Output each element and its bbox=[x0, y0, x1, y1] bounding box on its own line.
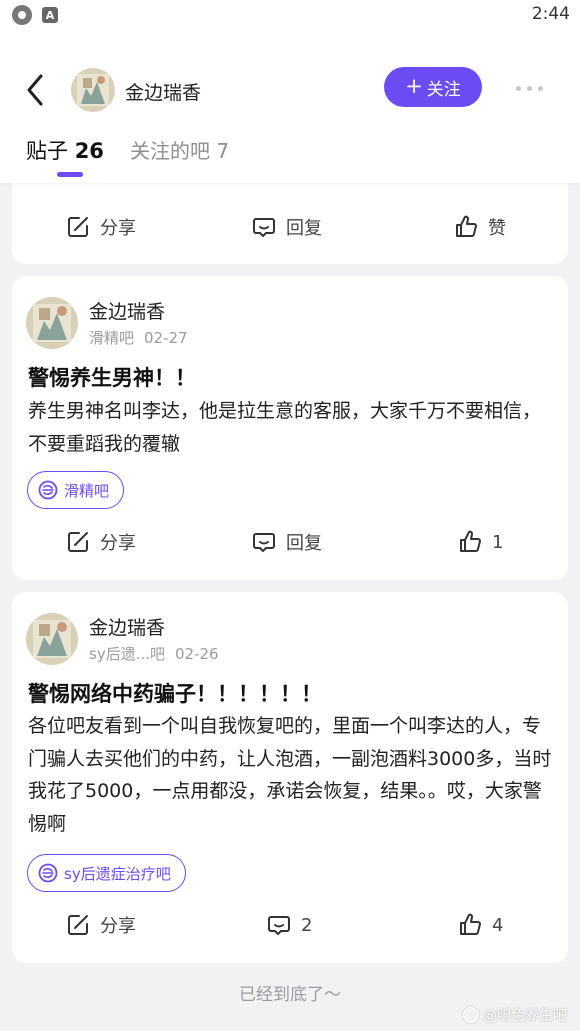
post-body[interactable]: 各位吧友看到一个叫自我恢复吧的，里面一个叫李达的人，专门骗人去买他们的中药，让人… bbox=[28, 710, 558, 840]
comment-icon bbox=[253, 533, 275, 552]
post-date: 02-27 bbox=[144, 329, 188, 347]
profile-header: 金边瑞香 + 关注 贴子 26 关注的吧 7 bbox=[0, 30, 580, 183]
like-label: 赞 bbox=[488, 218, 506, 239]
tab-followed-bars[interactable]: 关注的吧 7 bbox=[130, 135, 229, 164]
tab-posts[interactable]: 贴子 26 bbox=[26, 135, 104, 165]
like-button[interactable]: 1 bbox=[458, 527, 503, 557]
like-count: 4 bbox=[492, 914, 504, 936]
follow-button[interactable]: + 关注 bbox=[384, 67, 482, 107]
status-time: 2:44 bbox=[531, 4, 570, 24]
post-card[interactable]: 金边瑞香 sy后遗...吧 02-26 警惕网络中药骗子！！！！！！ 各位吧友看到… bbox=[12, 592, 568, 963]
like-button[interactable]: 赞 bbox=[454, 212, 506, 242]
bar-icon bbox=[38, 863, 58, 883]
thumbs-up-icon bbox=[456, 215, 477, 237]
dot-icon bbox=[527, 86, 532, 91]
thumbs-up-icon bbox=[460, 530, 481, 552]
chevron-left-icon bbox=[27, 74, 43, 106]
dot-icon bbox=[538, 86, 543, 91]
post-actions: 分享 回复 赞 bbox=[12, 212, 568, 242]
share-button[interactable]: 分享 bbox=[66, 910, 136, 940]
post-actions: 分享 2 4 bbox=[12, 910, 568, 940]
watermark: @阳色养生吧 bbox=[463, 1005, 567, 1025]
share-button[interactable]: 分享 bbox=[66, 212, 136, 242]
post-title[interactable]: 警惕养生男神！！ bbox=[28, 362, 196, 392]
more-options-button[interactable] bbox=[516, 86, 543, 91]
avatar[interactable] bbox=[26, 613, 78, 665]
bar-name: 滑精吧 bbox=[89, 329, 135, 347]
author-name: 金边瑞香 bbox=[89, 301, 166, 323]
watermark-logo-icon bbox=[463, 1007, 479, 1023]
post-actions: 分享 回复 1 bbox=[12, 527, 568, 557]
post-card[interactable]: 金边瑞香 滑精吧 02-27 警惕养生男神！！ 养生男神名叫李达，他是拉生意的客服… bbox=[12, 276, 568, 580]
bar-icon bbox=[38, 480, 58, 500]
back-button[interactable] bbox=[22, 72, 50, 108]
plus-icon: + bbox=[405, 73, 423, 98]
profile-name: 金边瑞香 bbox=[125, 82, 202, 104]
like-button[interactable]: 4 bbox=[458, 910, 503, 940]
share-label: 分享 bbox=[100, 533, 136, 554]
avatar-image bbox=[26, 613, 78, 665]
post-date: 02-26 bbox=[175, 645, 219, 663]
bar-tag-label: 滑精吧 bbox=[64, 481, 110, 500]
reply-label: 回复 bbox=[286, 533, 322, 554]
author-name: 金边瑞香 bbox=[89, 617, 166, 639]
dot-icon bbox=[516, 86, 521, 91]
reply-button[interactable]: 回复 bbox=[252, 527, 322, 557]
bar-name: sy后遗...吧 bbox=[89, 645, 165, 663]
aperture-icon bbox=[12, 5, 32, 25]
tab-indicator bbox=[57, 172, 83, 177]
status-bar: A 2:44 bbox=[0, 0, 580, 30]
avatar-image bbox=[26, 297, 78, 349]
share-button[interactable]: 分享 bbox=[66, 527, 136, 557]
reply-count: 2 bbox=[301, 914, 313, 936]
tab-posts-label: 贴子 bbox=[26, 139, 68, 163]
comment-icon bbox=[268, 916, 290, 935]
post-meta: 滑精吧 02-27 bbox=[89, 327, 188, 348]
notification-a-icon: A bbox=[42, 7, 58, 23]
watermark-text: @阳色养生吧 bbox=[483, 1008, 567, 1024]
avatar[interactable] bbox=[71, 68, 115, 112]
bar-tag-label: sy后遗症治疗吧 bbox=[64, 864, 171, 883]
post-title[interactable]: 警惕网络中药骗子！！！！！！ bbox=[28, 678, 322, 708]
comment-icon bbox=[253, 218, 275, 237]
reply-button[interactable]: 回复 bbox=[252, 212, 322, 242]
share-icon bbox=[68, 532, 88, 552]
bar-tag[interactable]: sy后遗症治疗吧 bbox=[27, 854, 186, 892]
reply-label: 回复 bbox=[286, 218, 322, 239]
bar-tag[interactable]: 滑精吧 bbox=[27, 471, 125, 509]
end-of-list-note: 已经到底了～ bbox=[239, 985, 341, 1005]
share-icon bbox=[68, 217, 88, 237]
avatar-image bbox=[71, 68, 115, 112]
share-label: 分享 bbox=[100, 218, 136, 239]
thumbs-up-icon bbox=[460, 913, 481, 935]
follow-label: 关注 bbox=[426, 79, 461, 100]
post-body[interactable]: 养生男神名叫李达，他是拉生意的客服，大家千万不要相信，不要重蹈我的覆辙 bbox=[28, 395, 558, 460]
share-icon bbox=[68, 915, 88, 935]
tab-posts-count: 26 bbox=[74, 139, 104, 163]
share-label: 分享 bbox=[100, 916, 136, 937]
post-meta: sy后遗...吧 02-26 bbox=[89, 643, 219, 664]
reply-button[interactable]: 2 bbox=[267, 910, 312, 940]
avatar[interactable] bbox=[26, 297, 78, 349]
like-count: 1 bbox=[492, 531, 504, 553]
